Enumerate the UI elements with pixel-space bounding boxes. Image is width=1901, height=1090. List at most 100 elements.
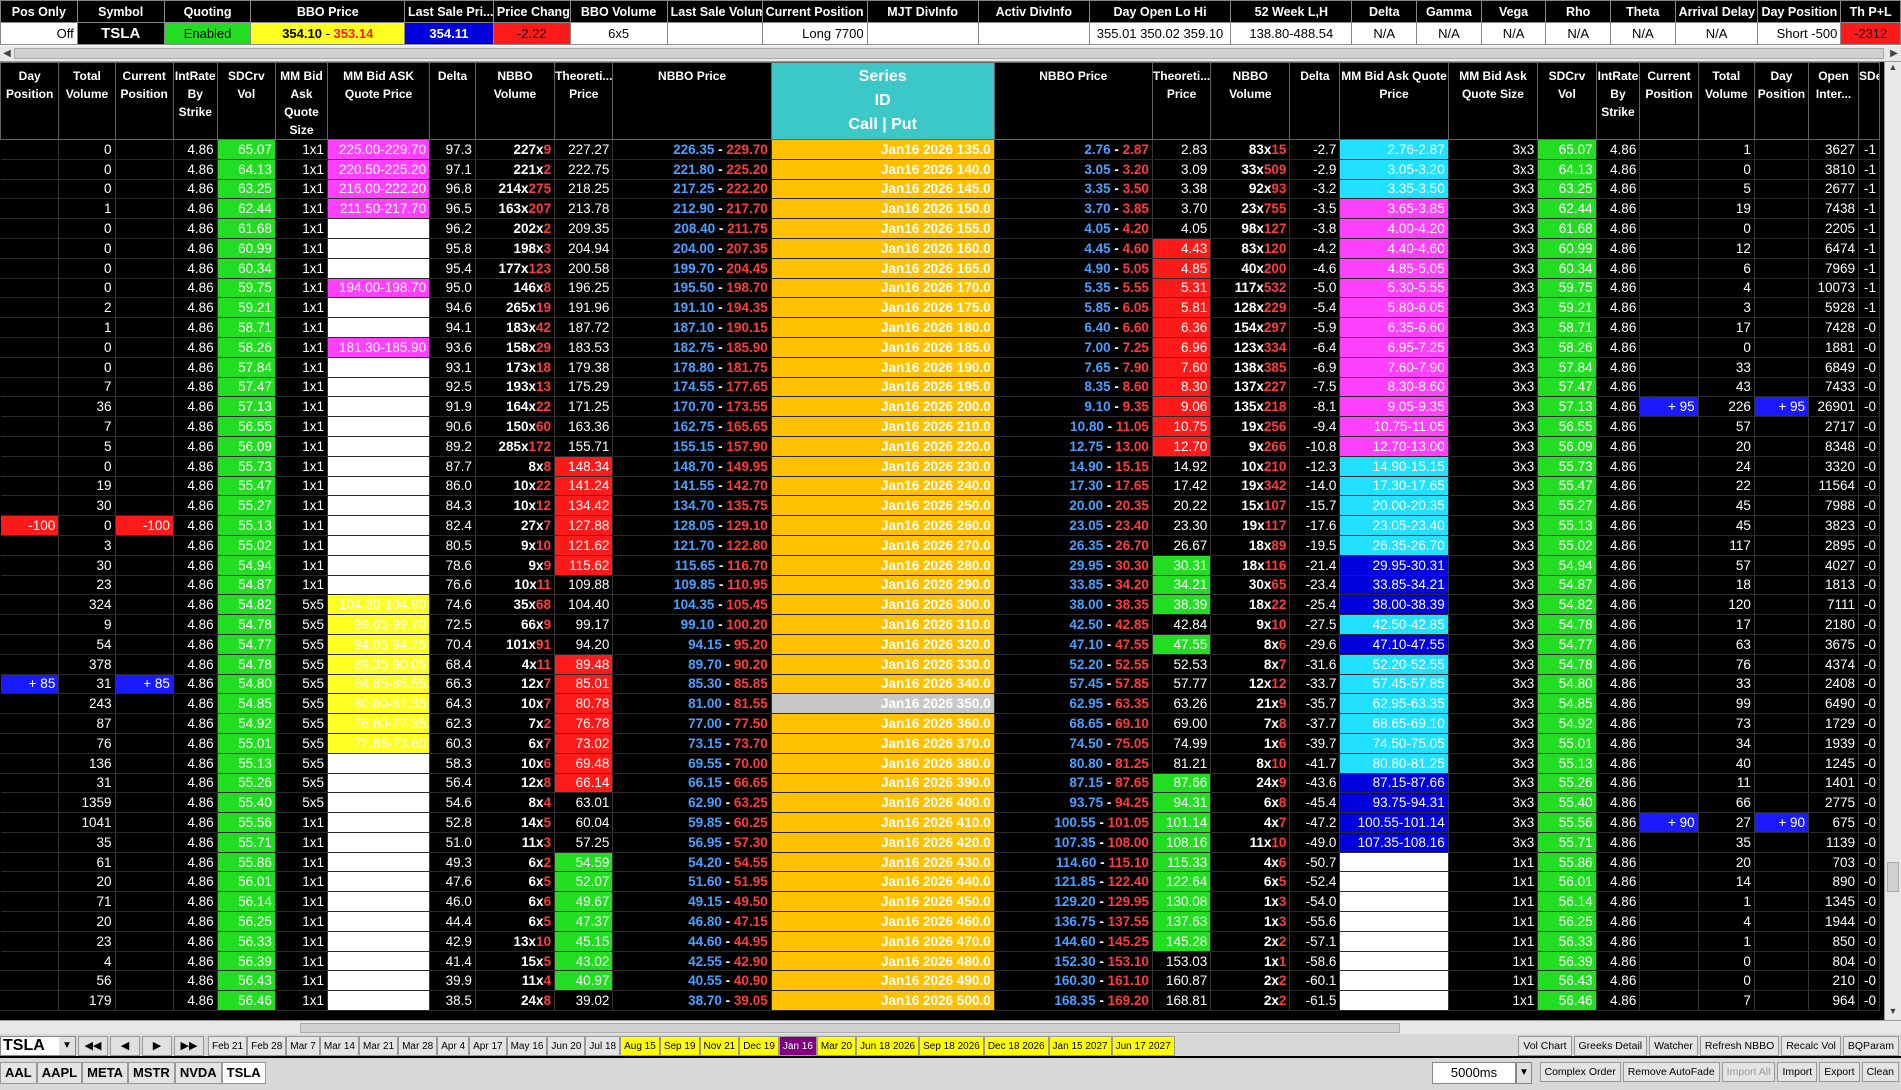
bottom-scrollbar[interactable]: [0, 1020, 1901, 1034]
series-id[interactable]: Jan16 2026 230.0: [771, 456, 995, 477]
table-row[interactable]: 179 4.86 56.46 1x1 36.80-41.30 38.5 24x8 39.02 3…: [0, 990, 1880, 1012]
expiry-tab-nov-21[interactable]: Nov 21: [699, 1036, 740, 1056]
nav-button-3[interactable]: ▶▶: [174, 1036, 204, 1056]
table-row[interactable]: 0 4.86 58.26 1x1 181.30-185.90 93.6 158x29 183.…: [0, 337, 1880, 358]
expiry-tab-jan-16[interactable]: Jan 16: [778, 1036, 817, 1056]
watcher-button[interactable]: Watcher: [1649, 1036, 1698, 1056]
table-row[interactable]: 0 4.86 60.34 1x1 198.30-204.50 95.4 177x123 200…: [0, 258, 1880, 279]
complex-order-button[interactable]: Complex Order: [1539, 1062, 1621, 1082]
series-id[interactable]: Jan16 2026 430.0: [771, 852, 995, 873]
series-id[interactable]: Jan16 2026 490.0: [771, 970, 995, 992]
table-row[interactable]: 0 4.86 63.25 1x1 216.00-222.20 96.8 214x275 218…: [0, 179, 1880, 200]
table-row[interactable]: 56 4.86 56.43 1x1 38.70-43.20 39.9 11x4 40.97 40…: [0, 970, 1880, 992]
expiry-tab-mar-21[interactable]: Mar 21: [358, 1036, 399, 1056]
series-id[interactable]: Jan16 2026 200.0: [771, 396, 995, 418]
expiry-tab-apr-4[interactable]: Apr 4: [437, 1036, 470, 1056]
table-row[interactable]: 0 4.86 59.75 1x1 194.00-198.70 95.0 146x8 196.2…: [0, 278, 1880, 299]
table-row[interactable]: 1359 4.86 55.40 5x5 62.80-63.60 54.6 8x4 63.01 6…: [0, 792, 1880, 814]
scroll-right-icon[interactable]: ▶: [1887, 46, 1901, 62]
expiry-tab-jul-18[interactable]: Jul 18: [585, 1036, 621, 1056]
series-id[interactable]: Jan16 2026 180.0: [771, 317, 995, 338]
expiry-tab-feb-21[interactable]: Feb 21: [208, 1036, 248, 1056]
nav-button-2[interactable]: ▶: [142, 1036, 172, 1056]
table-row[interactable]: 5 4.86 56.09 1x1 153.50-158.00 89.2 285x172 155…: [0, 436, 1880, 457]
table-row[interactable]: 0 4.86 61.68 1x1 207.10-211.80 96.2 202x2 209.3…: [0, 218, 1880, 239]
series-id[interactable]: Jan16 2026 320.0: [771, 634, 995, 655]
series-id[interactable]: Jan16 2026 270.0: [771, 535, 995, 556]
expiry-tab-mar-28[interactable]: Mar 28: [398, 1036, 438, 1056]
table-row[interactable]: 0 4.86 57.84 1x1 177.10-181.80 93.1 173x18 179.…: [0, 357, 1880, 378]
refresh-nbbo-button[interactable]: Refresh NBBO: [1699, 1036, 1780, 1056]
table-row[interactable]: 243 4.86 54.85 5x5 80.60-81.35 64.3 10x7 80.78 8…: [0, 693, 1880, 715]
series-id[interactable]: Jan16 2026 190.0: [771, 357, 995, 378]
expiry-tab-mar-20[interactable]: Mar 20: [816, 1036, 857, 1056]
table-row[interactable]: 23 4.86 56.33 1x1 42.90-47.40 42.9 13x10 45.15 4…: [0, 931, 1880, 952]
table-row[interactable]: 30 4.86 54.94 1x1 113.40-117.90 78.6 9x9 115.62…: [0, 555, 1880, 576]
remove-autofade-button[interactable]: Remove AutoFade: [1622, 1062, 1720, 1082]
series-id[interactable]: Jan16 2026 370.0: [771, 733, 995, 754]
table-row[interactable]: 0 4.86 55.73 1x1 146.10-150.60 87.7 8x8 148.34 1…: [0, 456, 1880, 477]
expiry-tab-mar-14[interactable]: Mar 14: [319, 1036, 359, 1056]
expiry-tab-may-16[interactable]: May 16: [506, 1036, 548, 1056]
expiry-tab-mar-7[interactable]: Mar 7: [286, 1036, 320, 1056]
table-row[interactable]: 1 4.86 62.44 1x1 211.50-217.70 96.5 163x207 213…: [0, 198, 1880, 220]
table-row[interactable]: 136 4.86 55.13 5x5 69.30-70.05 58.3 10x6 69.48 6…: [0, 753, 1880, 774]
scroll-left-icon[interactable]: ◀: [0, 46, 14, 62]
symbol-tab-aal[interactable]: AAL: [0, 1062, 37, 1084]
series-id[interactable]: Jan16 2026 450.0: [771, 891, 995, 913]
series-id[interactable]: Jan16 2026 310.0: [771, 614, 995, 635]
bottom-scroll-thumb[interactable]: [300, 1023, 1400, 1033]
series-id[interactable]: Jan16 2026 175.0: [771, 297, 995, 319]
table-row[interactable]: 0 4.86 65.07 1x1 225.00-229.70 97.3 227x9 227.2…: [0, 139, 1880, 160]
table-row[interactable]: 76 4.86 55.01 5x5 72.85-73.60 60.3 6x7 73.02 73.…: [0, 733, 1880, 754]
recalc-vol-button[interactable]: Recalc Vol: [1781, 1036, 1841, 1056]
series-id[interactable]: Jan16 2026 330.0: [771, 654, 995, 675]
scroll-up-icon[interactable]: ▲: [1885, 62, 1901, 76]
expiry-tab-apr-17[interactable]: Apr 17: [469, 1036, 507, 1056]
table-row[interactable]: 20 4.86 56.01 1x1 49.80-54.30 47.6 6x5 52.07 51.…: [0, 871, 1880, 893]
series-id[interactable]: Jan16 2026 240.0: [771, 476, 995, 497]
series-id[interactable]: Jan16 2026 150.0: [771, 198, 995, 220]
scroll-down-icon[interactable]: ▼: [1885, 1006, 1901, 1020]
series-id[interactable]: Jan16 2026 350.0: [771, 693, 995, 715]
clean-button[interactable]: Clean: [1861, 1062, 1899, 1082]
symbol-tab-meta[interactable]: META: [82, 1062, 128, 1084]
table-row[interactable]: 1 4.86 58.71 1x1 185.50-190.20 94.1 183x42 187.…: [0, 317, 1880, 338]
table-row[interactable]: 324 4.86 54.82 5x5 104.30-104.90 74.6 35x68 104…: [0, 594, 1880, 616]
series-id[interactable]: Jan16 2026 155.0: [771, 218, 995, 239]
series-id[interactable]: Jan16 2026 185.0: [771, 337, 995, 358]
series-id[interactable]: Jan16 2026 300.0: [771, 594, 995, 616]
vertical-scroll-thumb[interactable]: [1887, 862, 1899, 892]
series-id[interactable]: Jan16 2026 140.0: [771, 159, 995, 180]
series-id[interactable]: Jan16 2026 280.0: [771, 555, 995, 576]
symbol-tab-tsla[interactable]: TSLA: [221, 1062, 266, 1084]
series-id[interactable]: Jan16 2026 440.0: [771, 871, 995, 893]
expiry-tab-dec-18-2026[interactable]: Dec 18 2026: [983, 1036, 1049, 1056]
chevron-down-icon[interactable]: ▼: [1516, 1062, 1532, 1084]
expiry-tab-dec-19[interactable]: Dec 19: [739, 1036, 779, 1056]
series-id[interactable]: Jan16 2026 170.0: [771, 278, 995, 299]
table-row[interactable]: 4 4.86 56.39 1x1 40.80-45.30 41.4 15x5 43.02 42.…: [0, 951, 1880, 972]
expiry-tab-jun-20[interactable]: Jun 20: [547, 1036, 586, 1056]
import-all-button[interactable]: Import All: [1721, 1062, 1776, 1082]
nav-button-1[interactable]: ◀: [110, 1036, 140, 1056]
series-id[interactable]: Jan16 2026 135.0: [771, 139, 995, 160]
table-row[interactable]: 61 4.86 55.86 1x1 52.30-56.80 49.3 6x2 54.59 54.…: [0, 852, 1880, 873]
series-id[interactable]: Jan16 2026 420.0: [771, 832, 995, 853]
series-id[interactable]: Jan16 2026 250.0: [771, 495, 995, 517]
expiry-tab-jun-18-2026[interactable]: Jun 18 2026: [856, 1036, 920, 1056]
expiry-tab-aug-15[interactable]: Aug 15: [620, 1036, 660, 1056]
table-row[interactable]: 7 4.86 57.47 1x1 173.00-177.70 92.5 193x13 175.…: [0, 377, 1880, 398]
table-row[interactable]: 1041 4.86 55.56 1x1 57.80-62.30 52.8 14x5 60.04…: [0, 812, 1880, 833]
greeks-detail-button[interactable]: Greeks Detail: [1573, 1036, 1648, 1056]
series-id[interactable]: Jan16 2026 160.0: [771, 238, 995, 259]
table-row[interactable]: 23 4.86 54.87 1x1 107.60-112.10 76.6 10x11 109.…: [0, 575, 1880, 596]
symbol-tab-nvda[interactable]: NVDA: [174, 1062, 222, 1084]
table-row[interactable]: 20 4.86 56.25 1x1 45.10-49.60 44.4 6x5 47.37 46.…: [0, 911, 1880, 932]
series-id[interactable]: Jan16 2026 400.0: [771, 792, 995, 814]
expiry-tab-jun-17-2027[interactable]: Jun 17 2027: [1111, 1036, 1175, 1056]
series-id[interactable]: Jan16 2026 210.0: [771, 416, 995, 437]
expiry-tab-feb-28[interactable]: Feb 28: [247, 1036, 287, 1056]
table-row[interactable]: 378 4.86 54.78 5x5 89.35-90.05 68.4 4x11 89.48 8…: [0, 654, 1880, 675]
series-id[interactable]: Jan16 2026 360.0: [771, 713, 995, 734]
